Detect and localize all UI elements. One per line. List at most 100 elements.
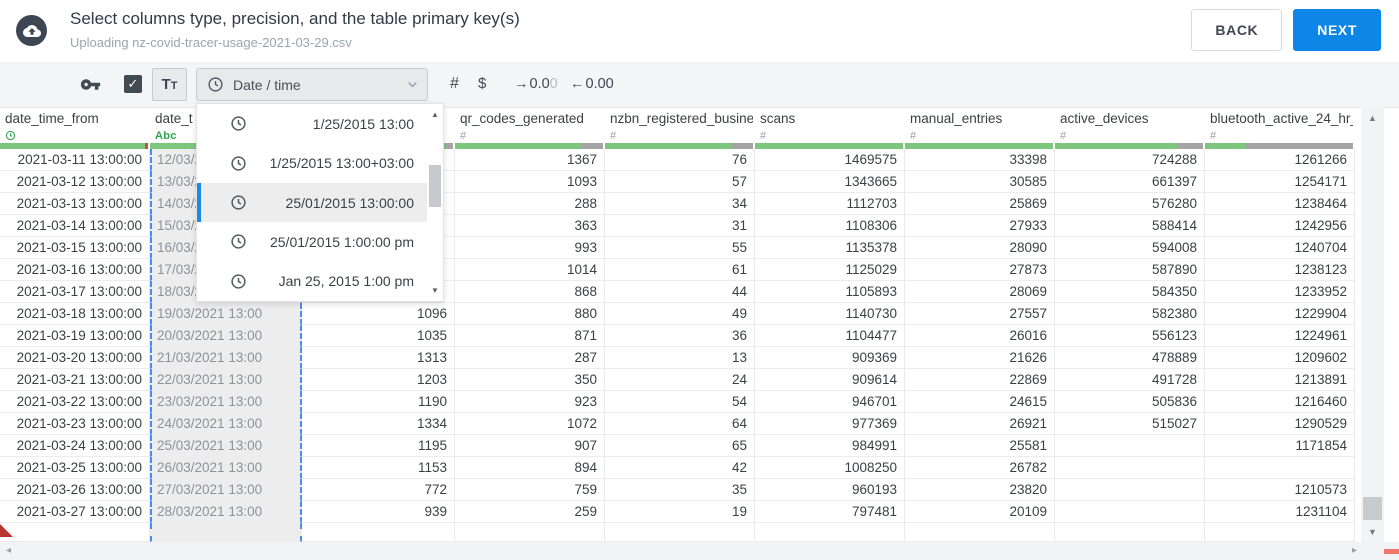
cell[interactable]: 2021-03-17 13:00:00 bbox=[0, 281, 150, 303]
cell[interactable]: 588414 bbox=[1055, 215, 1205, 237]
cell[interactable] bbox=[302, 523, 455, 542]
horizontal-scrollbar-thumb[interactable] bbox=[1384, 549, 1399, 554]
cell[interactable]: 24/03/2021 13:00 bbox=[150, 413, 302, 435]
cell[interactable] bbox=[1205, 523, 1355, 542]
cell[interactable]: 24615 bbox=[905, 391, 1055, 413]
cell[interactable]: 977369 bbox=[755, 413, 905, 435]
cell[interactable]: 1261266 bbox=[1205, 149, 1355, 171]
cell[interactable]: 2021-03-24 13:00:00 bbox=[0, 435, 150, 457]
cell[interactable]: 909614 bbox=[755, 369, 905, 391]
cell[interactable]: 24 bbox=[605, 369, 755, 391]
cell[interactable]: 1231104 bbox=[1205, 501, 1355, 523]
cell[interactable]: 2021-03-23 13:00:00 bbox=[0, 413, 150, 435]
cell[interactable]: 1224961 bbox=[1205, 325, 1355, 347]
column-header-manual_entries[interactable]: manual_entries # bbox=[905, 107, 1053, 149]
cell[interactable]: 1104477 bbox=[755, 325, 905, 347]
cell[interactable] bbox=[1055, 479, 1205, 501]
cell[interactable]: 1242956 bbox=[1205, 215, 1355, 237]
menu-scrollbar[interactable]: ▲ ▼ bbox=[428, 105, 442, 300]
cell[interactable]: 2021-03-26 13:00:00 bbox=[0, 479, 150, 501]
cell[interactable] bbox=[1055, 523, 1205, 542]
cell[interactable]: 797481 bbox=[755, 501, 905, 523]
cell[interactable]: 28/03/2021 13:00 bbox=[150, 501, 302, 523]
cell[interactable]: 1171854 bbox=[1205, 435, 1355, 457]
cell[interactable]: 594008 bbox=[1055, 237, 1205, 259]
cell[interactable] bbox=[1055, 435, 1205, 457]
cell[interactable]: 1240704 bbox=[1205, 237, 1355, 259]
scroll-up-icon[interactable]: ▲ bbox=[428, 110, 442, 119]
cell[interactable]: 19/03/2021 13:00 bbox=[150, 303, 302, 325]
cell[interactable]: 65 bbox=[605, 435, 755, 457]
cell[interactable]: 27/03/2021 13:00 bbox=[150, 479, 302, 501]
format-option[interactable]: 1/25/2015 13:00+03:00 bbox=[197, 143, 427, 182]
cell[interactable]: 724288 bbox=[1055, 149, 1205, 171]
cell[interactable]: 1105893 bbox=[755, 281, 905, 303]
cell[interactable]: 2021-03-19 13:00:00 bbox=[0, 325, 150, 347]
cell[interactable]: 23/03/2021 13:00 bbox=[150, 391, 302, 413]
cell[interactable]: 34 bbox=[605, 193, 755, 215]
cell[interactable]: 1014 bbox=[455, 259, 605, 281]
cell[interactable]: 1195 bbox=[302, 435, 455, 457]
format-option[interactable]: 1/25/2015 13:00 bbox=[197, 104, 427, 143]
cell[interactable]: 1313 bbox=[302, 347, 455, 369]
cell[interactable]: 30585 bbox=[905, 171, 1055, 193]
cell[interactable]: 505836 bbox=[1055, 391, 1205, 413]
cell[interactable] bbox=[1205, 457, 1355, 479]
format-option[interactable]: 25/01/2015 13:00:00 bbox=[197, 182, 427, 223]
cell[interactable]: 939 bbox=[302, 501, 455, 523]
cell[interactable]: 44 bbox=[605, 281, 755, 303]
cell[interactable]: 1096 bbox=[302, 303, 455, 325]
cell[interactable]: 42 bbox=[605, 457, 755, 479]
cell[interactable]: 946701 bbox=[755, 391, 905, 413]
text-type-button[interactable]: Tt bbox=[152, 68, 187, 101]
cell[interactable]: 20109 bbox=[905, 501, 1055, 523]
cell[interactable]: 13 bbox=[605, 347, 755, 369]
cell[interactable]: 1238464 bbox=[1205, 193, 1355, 215]
cell[interactable]: 49 bbox=[605, 303, 755, 325]
cell[interactable]: 1334 bbox=[302, 413, 455, 435]
cell[interactable]: 21626 bbox=[905, 347, 1055, 369]
cell[interactable]: 1216460 bbox=[1205, 391, 1355, 413]
cell[interactable]: 19 bbox=[605, 501, 755, 523]
cell[interactable]: 28069 bbox=[905, 281, 1055, 303]
scroll-down-icon[interactable]: ▼ bbox=[428, 286, 442, 295]
cell[interactable]: 478889 bbox=[1055, 347, 1205, 369]
format-option[interactable]: Jan 25, 2015 1:00 pm bbox=[197, 262, 427, 301]
cell[interactable]: 25581 bbox=[905, 435, 1055, 457]
cell[interactable]: 923 bbox=[455, 391, 605, 413]
cell[interactable]: 491728 bbox=[1055, 369, 1205, 391]
cell[interactable]: 1209602 bbox=[1205, 347, 1355, 369]
cell[interactable]: 1229904 bbox=[1205, 303, 1355, 325]
vertical-scrollbar[interactable]: ▲ ▼ bbox=[1361, 107, 1384, 542]
menu-scrollbar-thumb[interactable] bbox=[429, 165, 441, 207]
cell[interactable]: 556123 bbox=[1055, 325, 1205, 347]
cell[interactable]: 25/03/2021 13:00 bbox=[150, 435, 302, 457]
cell[interactable]: 33398 bbox=[905, 149, 1055, 171]
cell[interactable]: 26/03/2021 13:00 bbox=[150, 457, 302, 479]
cell[interactable]: 984991 bbox=[755, 435, 905, 457]
cell[interactable]: 259 bbox=[455, 501, 605, 523]
cell[interactable]: 287 bbox=[455, 347, 605, 369]
cell[interactable]: 576280 bbox=[1055, 193, 1205, 215]
cell[interactable] bbox=[455, 523, 605, 542]
cell[interactable]: 2021-03-13 13:00:00 bbox=[0, 193, 150, 215]
cell[interactable]: 1135378 bbox=[755, 237, 905, 259]
currency-type-button[interactable]: $ bbox=[478, 75, 486, 92]
horizontal-scrollbar[interactable]: ◂ ▸ bbox=[0, 542, 1399, 560]
cell[interactable]: 1108306 bbox=[755, 215, 905, 237]
cell[interactable]: 26921 bbox=[905, 413, 1055, 435]
cell[interactable]: 2021-03-12 13:00:00 bbox=[0, 171, 150, 193]
cell[interactable]: 27873 bbox=[905, 259, 1055, 281]
cell[interactable]: 61 bbox=[605, 259, 755, 281]
cell[interactable]: 54 bbox=[605, 391, 755, 413]
cell[interactable]: 350 bbox=[455, 369, 605, 391]
column-header-nzbn_registered_busine[interactable]: nzbn_registered_busine # bbox=[605, 107, 753, 149]
cell[interactable]: 22869 bbox=[905, 369, 1055, 391]
cell[interactable]: 26016 bbox=[905, 325, 1055, 347]
cell[interactable]: 1093 bbox=[455, 171, 605, 193]
cell[interactable]: 1469575 bbox=[755, 149, 905, 171]
cell[interactable]: 1238123 bbox=[1205, 259, 1355, 281]
cell[interactable]: 759 bbox=[455, 479, 605, 501]
cell[interactable]: 894 bbox=[455, 457, 605, 479]
cell[interactable]: 1203 bbox=[302, 369, 455, 391]
